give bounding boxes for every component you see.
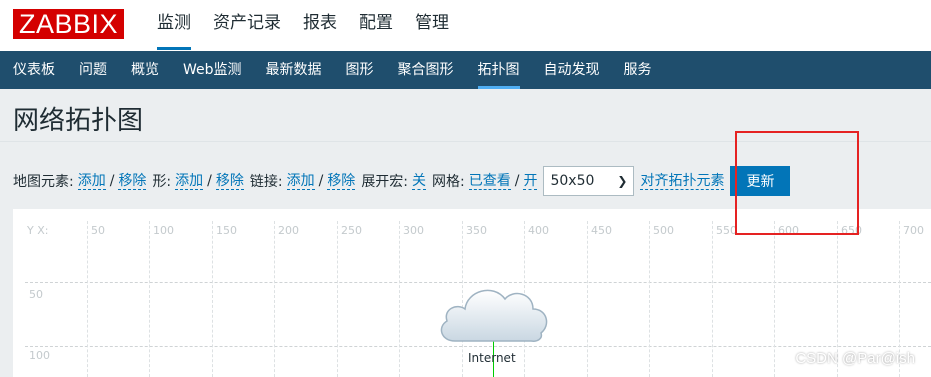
sub-nav-discovery[interactable]: 自动发现: [544, 51, 600, 89]
separator: /: [109, 173, 115, 189]
grid-vline: [212, 221, 213, 377]
grid-vline: [587, 221, 588, 377]
add-element-link[interactable]: 添加: [77, 173, 106, 190]
zabbix-logo[interactable]: ZABBIX: [13, 9, 125, 39]
grid-shown-toggle[interactable]: 已查看: [468, 173, 511, 190]
x-tick: 450: [591, 224, 612, 237]
expand-macros-label: 展开宏:: [361, 174, 409, 190]
sub-nav-dashboard[interactable]: 仪表板: [13, 51, 55, 89]
grid-on-toggle[interactable]: 开: [523, 173, 538, 190]
sub-nav-maps[interactable]: 拓扑图: [477, 51, 520, 89]
sub-nav-screens[interactable]: 聚合图形: [398, 51, 454, 89]
y-tick: 50: [29, 288, 43, 301]
grid-vline: [399, 221, 400, 377]
grid-vline: [649, 221, 650, 377]
grid-vline: [149, 221, 150, 377]
x-tick: 200: [278, 224, 299, 237]
logo-text: ZABBIX: [19, 9, 119, 39]
grid-size-select[interactable]: 50x50 ❯: [543, 166, 635, 196]
sub-nav-overview[interactable]: 概览: [131, 51, 159, 89]
x-tick: 550: [716, 224, 737, 237]
remove-element-link[interactable]: 移除: [118, 173, 147, 190]
x-tick: 700: [903, 224, 924, 237]
x-tick: 250: [341, 224, 362, 237]
grid-vline: [87, 221, 88, 377]
expand-macros-toggle[interactable]: 关: [412, 173, 427, 190]
x-tick: 300: [403, 224, 424, 237]
top-nav-inventory[interactable]: 资产记录: [213, 12, 281, 34]
remove-link-link[interactable]: 移除: [327, 173, 356, 190]
x-tick: 400: [528, 224, 549, 237]
sub-nav-web[interactable]: Web监测: [183, 51, 242, 89]
separator: /: [514, 173, 520, 189]
top-nav: 监测 资产记录 报表 配置 管理: [157, 12, 471, 50]
x-tick: 150: [216, 224, 237, 237]
x-tick: 50: [91, 224, 105, 237]
top-nav-reports[interactable]: 报表: [303, 12, 337, 34]
axis-label: Y X:: [27, 224, 49, 237]
map-toolbar: 地图元素: 添加 / 移除 形: 添加 / 移除 链接: 添加 / 移除 展开宏…: [13, 166, 791, 196]
grid-label: 网格:: [432, 174, 465, 190]
watermark: CSDN @Par@ish: [795, 350, 915, 367]
links-label: 链接:: [249, 174, 283, 190]
separator: /: [207, 173, 212, 189]
sub-nav-services[interactable]: 服务: [624, 51, 652, 89]
sub-nav-latest-data[interactable]: 最新数据: [266, 51, 322, 89]
grid-vline: [337, 221, 338, 377]
separator: /: [318, 173, 324, 189]
map-elements-label: 地图元素:: [13, 174, 74, 190]
top-nav-administration[interactable]: 管理: [415, 12, 449, 34]
align-elements-link[interactable]: 对齐拓扑元素: [640, 173, 725, 190]
grid-size-value: 50x50: [550, 173, 595, 189]
sub-nav: 仪表板 问题 概览 Web监测 最新数据 图形 聚合图形 拓扑图 自动发现 服务: [0, 51, 931, 89]
grid-vline: [712, 221, 713, 377]
x-tick: 500: [653, 224, 674, 237]
grid-vline: [274, 221, 275, 377]
top-nav-configuration[interactable]: 配置: [359, 12, 393, 34]
sub-nav-graphs[interactable]: 图形: [346, 51, 374, 89]
top-bar: ZABBIX 监测 资产记录 报表 配置 管理: [0, 0, 931, 51]
y-tick: 100: [29, 349, 50, 362]
remove-shape-link[interactable]: 移除: [215, 173, 244, 190]
page-title: 网络拓扑图: [13, 106, 144, 136]
add-link-link[interactable]: 添加: [286, 173, 315, 190]
chevron-down-icon: ❯: [617, 174, 628, 188]
host-label[interactable]: Internet: [468, 351, 516, 365]
x-tick: 350: [466, 224, 487, 237]
shapes-label: 形:: [152, 174, 172, 190]
sub-nav-problems[interactable]: 问题: [79, 51, 107, 89]
top-nav-monitoring[interactable]: 监测: [157, 12, 191, 50]
grid-vline: [774, 221, 775, 377]
add-shape-link[interactable]: 添加: [175, 173, 204, 190]
x-tick: 100: [153, 224, 174, 237]
annotation-box: [735, 131, 859, 235]
cloud-icon[interactable]: [433, 279, 553, 347]
